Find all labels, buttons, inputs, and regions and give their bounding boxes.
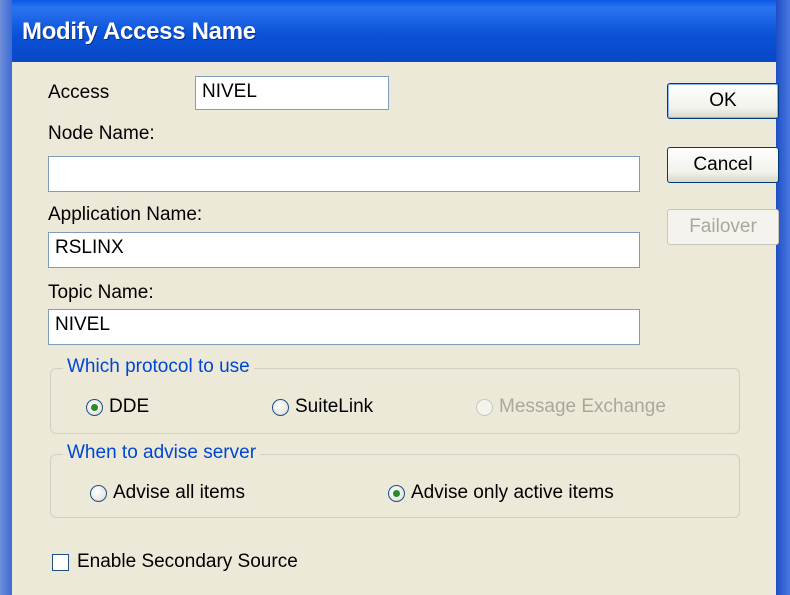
enable-secondary-source-label: Enable Secondary Source [77,551,298,572]
advise-legend: When to advise server [63,442,261,464]
radio-dde[interactable]: DDE [86,396,149,418]
cancel-button[interactable]: Cancel [667,147,779,183]
node-name-label: Node Name: [48,123,155,144]
radio-advise-active-label: Advise only active items [411,482,614,503]
radio-unselected-icon [272,398,289,416]
access-label: Access [48,82,110,103]
ok-button[interactable]: OK [667,83,779,119]
application-name-label: Application Name: [48,204,203,225]
checkbox-unchecked-icon [52,553,69,571]
radio-selected-icon [388,484,405,502]
radio-dde-label: DDE [109,396,150,417]
failover-button: Failover [667,209,779,245]
radio-suitelink[interactable]: SuiteLink [272,396,373,418]
dialog-title: Modify Access Name [22,18,256,45]
access-input[interactable]: NIVEL [195,76,389,110]
radio-advise-all-label: Advise all items [113,482,245,503]
radio-message-exchange-label: Message Exchange [499,396,666,417]
radio-selected-icon [86,398,103,416]
radio-advise-all[interactable]: Advise all items [90,482,245,504]
radio-unselected-icon [90,484,107,502]
radio-disabled-icon [476,398,493,416]
topic-name-input[interactable]: NIVEL [48,309,640,345]
enable-secondary-source-checkbox[interactable]: Enable Secondary Source [52,551,298,573]
title-bar[interactable]: Modify Access Name [12,0,776,62]
protocol-legend: Which protocol to use [63,356,254,378]
node-name-input[interactable] [48,156,640,192]
modify-access-name-dialog: Modify Access Name Access NIVEL Node Nam… [12,0,779,595]
radio-advise-active[interactable]: Advise only active items [388,482,614,504]
desktop-left-edge [0,0,12,595]
application-name-input[interactable]: RSLINX [48,232,640,268]
radio-suitelink-label: SuiteLink [295,396,374,417]
topic-name-label: Topic Name: [48,282,154,303]
radio-message-exchange: Message Exchange [476,396,666,418]
